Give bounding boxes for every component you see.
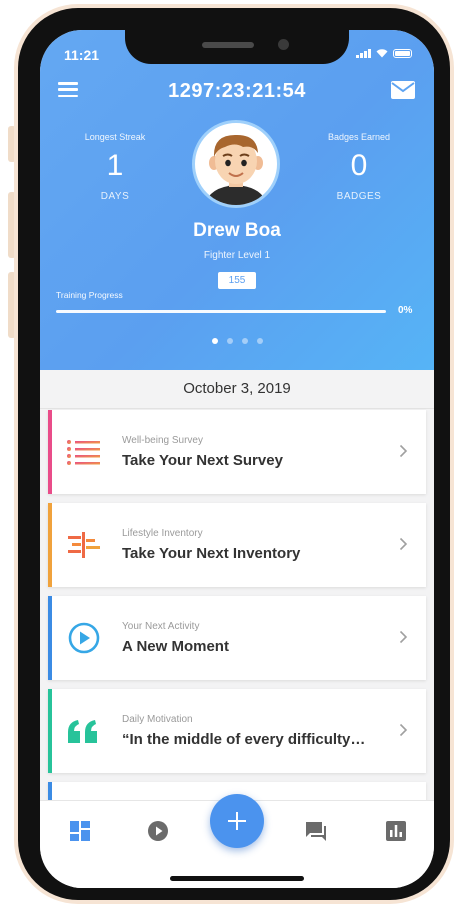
dashboard-icon[interactable] (68, 819, 92, 843)
play-icon[interactable] (146, 819, 170, 843)
date-header: October 3, 2019 (40, 370, 434, 409)
card-lifestyle-inventory[interactable]: Lifestyle Inventory Take Your Next Inven… (48, 503, 426, 587)
card-title: “In the middle of every difficulty… (122, 731, 366, 748)
chevron-right-icon (399, 537, 408, 551)
wifi-icon (376, 49, 388, 58)
badges-title: Badges Earned (327, 132, 391, 142)
progress-percent: 0% (398, 305, 413, 316)
card-accent (48, 596, 52, 680)
card-accent (48, 689, 52, 773)
card-title: Take Your Next Survey (122, 452, 283, 469)
mail-icon[interactable] (390, 80, 416, 100)
user-level: Fighter Level 1 (203, 250, 271, 261)
status-time: 11:21 (64, 47, 100, 63)
user-name: Drew Boa (193, 220, 281, 241)
avatar-image (205, 134, 267, 205)
card-label: Well-being Survey (122, 435, 203, 446)
page-dot[interactable] (241, 338, 248, 344)
page-indicator[interactable] (40, 338, 434, 344)
notch (125, 30, 349, 64)
streak-unit: DAYS (100, 191, 130, 202)
card-label: Daily Motivation (122, 714, 193, 725)
badges-value: 0 (350, 149, 368, 182)
play-circle-icon (68, 622, 100, 654)
chevron-right-icon (399, 630, 408, 644)
badges-unit: BADGES (336, 191, 382, 202)
home-indicator[interactable] (170, 876, 304, 881)
chevron-right-icon (399, 444, 408, 458)
points-badge: 155 (218, 272, 256, 289)
app-screen: 11:21 1297:23:21:54 Longest Streak 1 DAY… (40, 30, 434, 888)
card-title: A New Moment (122, 638, 229, 655)
card-label: Your Next Activity (122, 621, 200, 632)
profile-header: 11:21 1297:23:21:54 Longest Streak 1 DAY… (40, 30, 434, 370)
card-title: Take Your Next Inventory (122, 545, 301, 562)
longest-streak: Longest Streak 1 DAYS (60, 132, 170, 202)
card-wellbeing-survey[interactable]: Well-being Survey Take Your Next Survey (48, 410, 426, 494)
card-accent (48, 410, 52, 494)
countdown-timer: 1297:23:21:54 (168, 80, 306, 102)
chevron-right-icon (399, 723, 408, 737)
streak-title: Longest Streak (84, 132, 146, 142)
signal-icon (356, 49, 371, 58)
card-accent (48, 503, 52, 587)
chat-icon[interactable] (304, 819, 328, 843)
badges-earned: Badges Earned 0 BADGES (304, 132, 414, 202)
avatar[interactable] (192, 120, 280, 208)
status-icons (356, 48, 412, 58)
inventory-icon (68, 532, 100, 558)
progress-bar (56, 310, 386, 313)
battery-icon (393, 49, 412, 58)
quote-icon (68, 720, 97, 743)
page-dot[interactable] (226, 338, 233, 344)
page-dot[interactable] (211, 338, 218, 344)
progress-label: Training Progress (56, 290, 123, 300)
stats-icon[interactable] (384, 819, 408, 843)
list-icon (67, 440, 100, 465)
card-next-activity[interactable]: Your Next Activity A New Moment (48, 596, 426, 680)
card-daily-motivation[interactable]: Daily Motivation “In the middle of every… (48, 689, 426, 773)
streak-value: 1 (106, 149, 124, 182)
page-dot[interactable] (256, 338, 263, 344)
add-button[interactable] (210, 794, 264, 848)
card-label: Lifestyle Inventory (122, 528, 203, 539)
